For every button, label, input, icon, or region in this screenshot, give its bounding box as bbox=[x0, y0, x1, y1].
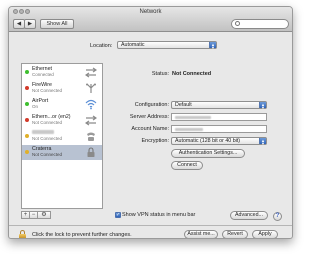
service-status: Not Connected bbox=[32, 152, 63, 157]
ethernet-arrows-icon bbox=[85, 67, 97, 78]
lock-instruction-text: Click the lock to prevent further change… bbox=[32, 232, 132, 238]
help-icon: ? bbox=[275, 213, 280, 219]
status-label: Status: bbox=[151, 71, 169, 77]
configuration-label: Configuration: bbox=[134, 102, 169, 108]
service-item-ethernet[interactable]: Ethernet Connected bbox=[22, 65, 102, 80]
popup-arrows-icon: ▲ ▼ bbox=[259, 138, 266, 145]
service-status: Connected bbox=[32, 72, 54, 77]
authentication-settings-button[interactable]: Authentication Settings... bbox=[171, 149, 245, 158]
lock-icon[interactable] bbox=[19, 230, 26, 238]
gear-icon: ⚙ bbox=[41, 212, 47, 218]
account-name-field[interactable] bbox=[171, 125, 267, 133]
status-dot-icon bbox=[25, 150, 29, 154]
advanced-button[interactable]: Advanced... bbox=[230, 211, 268, 220]
revert-button[interactable]: Revert bbox=[222, 230, 248, 238]
status-dot-icon bbox=[25, 134, 29, 138]
service-item-craterra[interactable]: Craterra Not Connected bbox=[22, 145, 102, 160]
back-arrow-icon: ◀ bbox=[16, 21, 22, 27]
configuration-value: Default bbox=[175, 102, 192, 108]
wifi-icon bbox=[85, 99, 97, 110]
ethernet-arrows-icon bbox=[85, 115, 97, 126]
service-status: Not Connected bbox=[32, 120, 63, 125]
vpn-lock-icon bbox=[87, 147, 95, 157]
apply-button[interactable]: Apply bbox=[252, 230, 278, 238]
action-menu-button[interactable]: ⚙ bbox=[37, 211, 51, 219]
vpn-status-checkbox[interactable]: ✓ bbox=[115, 212, 121, 218]
encryption-label: Encryption: bbox=[141, 138, 169, 144]
status-dot-icon bbox=[25, 86, 29, 90]
connect-button[interactable]: Connect bbox=[171, 161, 203, 170]
service-status: Not Connected bbox=[32, 88, 63, 93]
location-popup[interactable]: Automatic ▲ ▼ bbox=[117, 41, 217, 49]
window-title: Network bbox=[139, 9, 162, 15]
vpn-status-label: Show VPN status in menu bar bbox=[122, 212, 196, 218]
footer-divider bbox=[9, 225, 292, 226]
status-value: Not Connected bbox=[172, 71, 212, 77]
encryption-popup[interactable]: Automatic (128 bit or 40 bit) ▲ ▼ bbox=[171, 137, 267, 145]
show-all-button[interactable]: Show All bbox=[40, 19, 74, 29]
search-field[interactable] bbox=[231, 19, 289, 29]
status-dot-icon bbox=[25, 70, 29, 74]
phone-icon bbox=[87, 132, 95, 141]
service-list[interactable]: Ethernet Connected FireWire Not Connecte… bbox=[21, 63, 103, 209]
network-preferences-window: Network ◀ ▶ Show All Location: Automatic… bbox=[8, 6, 293, 239]
service-item-ethernet-adaptor[interactable]: Ethern...or (en2) Not Connected bbox=[22, 113, 102, 128]
firewire-icon bbox=[86, 83, 96, 93]
service-item-firewire[interactable]: FireWire Not Connected bbox=[22, 81, 102, 96]
forward-button[interactable]: ▶ bbox=[24, 19, 36, 29]
encryption-value: Automatic (128 bit or 40 bit) bbox=[175, 138, 241, 144]
service-list-toolbar: + − ⚙ bbox=[21, 211, 51, 219]
account-name-label: Account Name: bbox=[131, 126, 169, 132]
status-dot-icon bbox=[25, 102, 29, 106]
server-address-field[interactable] bbox=[171, 113, 267, 121]
server-address-label: Server Address: bbox=[129, 114, 169, 120]
help-button[interactable]: ? bbox=[273, 212, 282, 221]
popup-arrows-icon: ▲ ▼ bbox=[259, 102, 266, 109]
popup-arrows-icon: ▲ ▼ bbox=[209, 42, 216, 49]
assist-me-button[interactable]: Assist me... bbox=[184, 230, 218, 238]
service-item-modem[interactable]: Not Connected bbox=[22, 129, 102, 144]
status-dot-icon bbox=[25, 118, 29, 122]
service-item-airport[interactable]: AirPort On bbox=[22, 97, 102, 112]
forward-arrow-icon: ▶ bbox=[27, 21, 33, 27]
magnifier-icon bbox=[235, 21, 240, 26]
configuration-popup[interactable]: Default ▲ ▼ bbox=[171, 101, 267, 109]
vpn-status-row: ✓ Show VPN status in menu bar bbox=[115, 212, 195, 218]
service-status: On bbox=[32, 104, 39, 109]
account-name-redacted bbox=[175, 128, 203, 131]
service-status: Not Connected bbox=[32, 136, 63, 141]
location-value: Automatic bbox=[121, 42, 145, 48]
server-address-redacted bbox=[175, 116, 211, 119]
location-label: Location: bbox=[90, 43, 113, 49]
title-bar: Network ◀ ▶ Show All bbox=[9, 7, 292, 32]
